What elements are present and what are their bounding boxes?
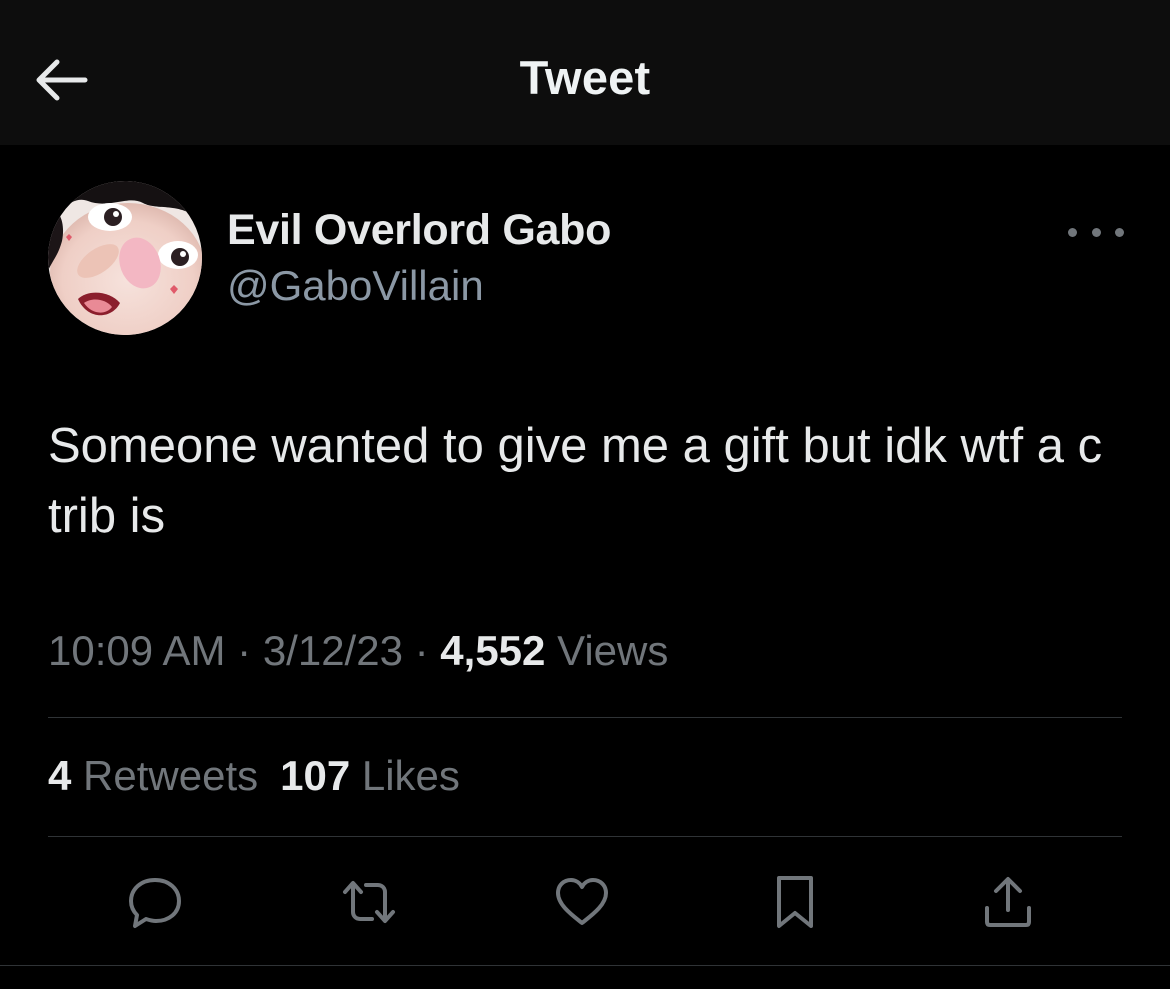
more-dot-icon <box>1115 227 1124 237</box>
avatar-image <box>48 181 202 335</box>
heart-icon <box>556 878 608 925</box>
bottom-divider <box>0 965 1170 966</box>
divider <box>48 836 1122 837</box>
retweets-stat[interactable]: 4 Retweets <box>48 752 258 799</box>
more-dot-icon <box>1068 227 1077 237</box>
retweets-count: 4 <box>48 752 72 799</box>
retweet-button[interactable] <box>333 866 405 938</box>
tweet-stats: 4 Retweets 107 Likes <box>48 752 460 800</box>
more-dot-icon <box>1091 227 1101 237</box>
like-button[interactable] <box>546 866 618 938</box>
share-button[interactable] <box>972 866 1044 938</box>
likes-stat[interactable]: 107 Likes <box>280 752 460 799</box>
tweet-meta: 10:09 AM · 3/12/23 · 4,552 Views <box>48 627 668 675</box>
meta-separator: · <box>414 627 429 674</box>
divider <box>48 717 1122 718</box>
views-label: Views <box>557 627 669 674</box>
author-handle[interactable]: @GaboVillain <box>227 262 484 310</box>
avatar[interactable] <box>48 181 202 335</box>
likes-count: 107 <box>280 752 351 799</box>
reply-icon <box>129 878 181 928</box>
retweet-icon <box>343 881 395 923</box>
tweet-time[interactable]: 10:09 AM <box>48 627 225 674</box>
more-options-button[interactable] <box>1068 218 1124 246</box>
author-display-name[interactable]: Evil Overlord Gabo <box>227 206 611 255</box>
likes-label: Likes <box>361 752 460 799</box>
page-title: Tweet <box>519 51 651 104</box>
retweets-label: Retweets <box>83 752 259 799</box>
tweet-text: Someone wanted to give me a gift but idk… <box>48 419 1103 543</box>
top-bar: Tweet <box>0 0 1170 145</box>
tweet-date[interactable]: 3/12/23 <box>263 627 403 674</box>
views-count: 4,552 <box>440 627 546 674</box>
tweet-page: Tweet Evil Overlord Gabo @GaboVillain So… <box>0 0 1170 989</box>
bookmark-icon <box>777 876 813 928</box>
bookmark-button[interactable] <box>759 866 831 938</box>
meta-separator: · <box>237 627 252 674</box>
share-icon <box>985 877 1031 927</box>
reply-button[interactable] <box>119 866 191 938</box>
